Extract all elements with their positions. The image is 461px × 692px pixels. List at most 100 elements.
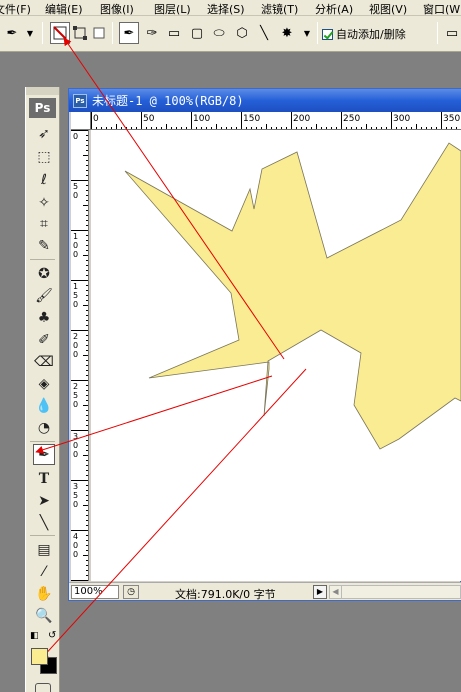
menu-window[interactable]: 窗口(W)	[423, 1, 461, 15]
line-tool[interactable]: ╲	[33, 512, 55, 533]
ruler-origin[interactable]	[71, 112, 91, 130]
default-colors-icon[interactable]: ◧	[30, 631, 39, 641]
checkbox-checked-icon	[322, 28, 333, 40]
eyedropper-tool[interactable]: ⁄	[33, 561, 55, 582]
slice-tool[interactable]: ✎	[33, 235, 55, 256]
ruler-h-label: 300	[393, 114, 410, 124]
horizontal-ruler[interactable]: 0 50 100 150 200 250 300 350	[91, 112, 461, 130]
crop-tool[interactable]: ⌗	[33, 213, 55, 234]
ruler-v-label: 0	[73, 350, 78, 359]
auto-add-delete-checkbox[interactable]: 自动添加/删除	[322, 26, 406, 42]
zoom-field[interactable]: 100%	[71, 585, 119, 599]
ruler-v-label: 0	[73, 191, 78, 200]
fill-pixels-icon	[93, 27, 105, 39]
shape-options-arrow-icon[interactable]: ▼	[301, 22, 313, 44]
ruler-v-label: 3	[73, 432, 78, 441]
vertical-ruler[interactable]: 050100150200250300350400450	[71, 130, 89, 581]
notes-tool[interactable]: ▤	[33, 539, 55, 560]
menu-view[interactable]: 视图(V)	[369, 1, 407, 15]
dodge-tool[interactable]: ◔	[33, 417, 55, 438]
paint-bucket-tool[interactable]: ◈	[33, 373, 55, 394]
pen-tool-button[interactable]: ✒	[119, 22, 139, 44]
crop-icon: ⌗	[40, 215, 48, 232]
path-selection-icon: ➤	[38, 492, 50, 509]
menu-filter[interactable]: 滤镜(T)	[261, 1, 298, 15]
toolbox-divider	[30, 441, 55, 442]
ruler-v-label: 0	[73, 341, 78, 350]
fill-pixels-button[interactable]	[89, 22, 109, 44]
navigator-icon[interactable]: ◷	[123, 585, 139, 599]
history-brush-tool[interactable]: ✐	[33, 329, 55, 350]
clone-stamp-tool[interactable]: ♣	[33, 307, 55, 328]
preset-dropdown-arrow-icon[interactable]: ▼	[24, 22, 36, 44]
magic-wand-icon: ✧	[38, 194, 50, 211]
menu-analysis[interactable]: 分析(A)	[315, 1, 353, 15]
document-canvas[interactable]	[91, 130, 461, 581]
healing-brush-tool[interactable]: ✪	[33, 263, 55, 284]
type-tool[interactable]: T	[33, 468, 55, 489]
status-bar: 100% ◷ 文档:791.0K/0 字节 ▶ ◀	[69, 582, 461, 601]
burst-shape[interactable]	[124, 142, 461, 450]
status-menu-arrow-icon[interactable]: ▶	[313, 585, 327, 599]
paths-button[interactable]	[70, 22, 90, 44]
ruler-v-label: 0	[73, 550, 78, 559]
ruler-v-label: 0	[73, 300, 78, 309]
brush-tool[interactable]: 🖌	[33, 285, 55, 306]
zoom-tool[interactable]: 🔍	[33, 605, 55, 626]
path-operation-button[interactable]: ▭	[443, 22, 461, 44]
menu-edit[interactable]: 编辑(E)	[45, 1, 83, 15]
history-brush-icon: ✐	[38, 331, 50, 348]
brush-icon: 🖌	[35, 287, 53, 304]
ruler-v-label: 0	[73, 450, 78, 459]
eraser-tool[interactable]: ⌫	[33, 351, 55, 372]
swap-colors-icon[interactable]: ↺	[48, 630, 56, 641]
ruler-h-label: 150	[243, 114, 260, 124]
dodge-icon: ◔	[37, 419, 51, 436]
rounded-rectangle-button[interactable]: ▢	[187, 22, 207, 44]
toolbox: Ps ➶ ⬚ ℓ ✧ ⌗ ✎ ✪ 🖌 ♣ ✐ ⌫ ◈ 💧 ◔ ✒ T ➤ ╲ ▤…	[25, 87, 60, 692]
shape-layers-button[interactable]	[50, 22, 70, 44]
horizontal-scrollbar[interactable]: ◀	[329, 585, 461, 599]
scroll-left-icon[interactable]: ◀	[330, 586, 342, 598]
shape-layers-icon	[53, 26, 67, 40]
menu-file[interactable]: 文件(F)	[0, 1, 31, 15]
magic-wand-tool[interactable]: ✧	[33, 192, 55, 213]
foreground-color-swatch[interactable]	[31, 648, 48, 665]
blur-tool[interactable]: 💧	[33, 395, 55, 416]
ruler-v-label: 0	[73, 241, 78, 250]
rectangle-button[interactable]: ▭	[164, 22, 184, 44]
document-size-info: 文档:791.0K/0 字节	[175, 588, 276, 601]
freeform-pen-button[interactable]: ✑	[142, 22, 162, 44]
ruler-v-label: 0	[73, 400, 78, 409]
stamp-icon: ♣	[37, 309, 51, 326]
marquee-tool[interactable]: ⬚	[33, 146, 55, 167]
paint-bucket-icon: ◈	[38, 375, 50, 392]
ruler-h-label: 350	[443, 114, 460, 124]
toolbox-divider	[30, 535, 55, 536]
line-button[interactable]: ╲	[254, 22, 274, 44]
custom-shape-button[interactable]: ✸	[277, 22, 297, 44]
blur-icon: 💧	[35, 397, 53, 414]
menu-layer[interactable]: 图层(L)	[154, 1, 191, 15]
ruler-v-label: 1	[73, 282, 78, 291]
menu-bar: 文件(F) 编辑(E) 图像(I) 图层(L) 选择(S) 滤镜(T) 分析(A…	[0, 0, 461, 16]
menu-image[interactable]: 图像(I)	[100, 1, 134, 15]
toolbox-grip[interactable]	[26, 87, 59, 95]
pen-preset-icon[interactable]: ✒	[3, 22, 21, 44]
lasso-tool[interactable]: ℓ	[33, 169, 55, 190]
divider	[42, 22, 43, 44]
ellipse-button[interactable]: ⬭	[209, 22, 229, 44]
menu-select[interactable]: 选择(S)	[207, 1, 245, 15]
hand-tool[interactable]: ✋	[33, 583, 55, 604]
polygon-button[interactable]: ⬡	[232, 22, 252, 44]
line-icon: ╲	[39, 514, 49, 531]
ps-logo: Ps	[29, 98, 56, 118]
quick-mask-icon[interactable]	[35, 683, 51, 692]
path-operation-icon: ▭	[445, 25, 459, 41]
document-titlebar[interactable]: Ps 未标题-1 @ 100%(RGB/8)	[69, 89, 461, 112]
move-tool[interactable]: ➶	[33, 123, 55, 144]
path-selection-tool[interactable]: ➤	[33, 490, 55, 511]
pen-icon: ✒	[123, 25, 135, 41]
pen-tool[interactable]: ✒	[33, 444, 55, 465]
paths-icon	[73, 26, 87, 40]
